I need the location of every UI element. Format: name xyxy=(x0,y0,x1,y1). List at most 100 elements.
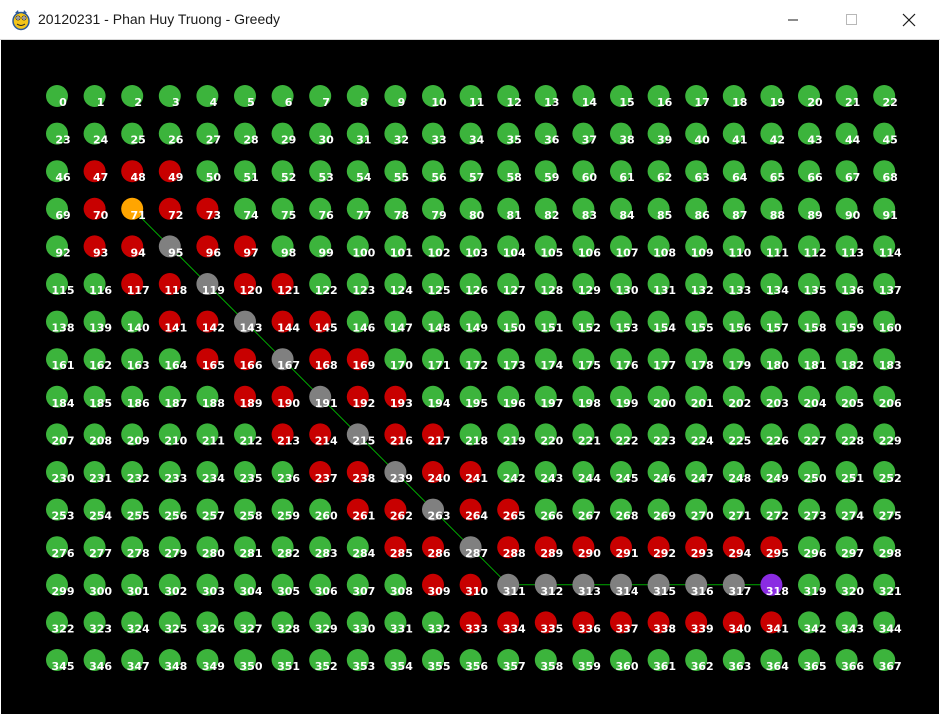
node-open[interactable]: 107 xyxy=(610,235,638,259)
node-open[interactable]: 24 xyxy=(83,122,109,147)
node-open[interactable]: 135 xyxy=(798,273,826,297)
node-open[interactable]: 122 xyxy=(309,273,338,297)
node-open[interactable]: 222 xyxy=(610,423,638,447)
node-open[interactable]: 34 xyxy=(459,122,485,147)
node-open[interactable]: 146 xyxy=(346,310,376,335)
node-wall[interactable]: 144 xyxy=(271,310,301,335)
node-open[interactable]: 130 xyxy=(610,273,639,297)
node-open[interactable]: 226 xyxy=(760,423,789,447)
node-open[interactable]: 353 xyxy=(346,649,375,673)
node-wall[interactable]: 337 xyxy=(610,611,638,635)
minimize-button[interactable] xyxy=(770,0,816,40)
node-open[interactable]: 282 xyxy=(271,536,300,560)
node-open[interactable]: 111 xyxy=(760,235,789,259)
node-open[interactable]: 123 xyxy=(346,273,375,297)
node-open[interactable]: 181 xyxy=(798,348,826,372)
node-open[interactable]: 82 xyxy=(534,197,560,222)
node-wall[interactable]: 241 xyxy=(459,461,488,485)
node-open[interactable]: 59 xyxy=(534,160,560,184)
node-open[interactable]: 194 xyxy=(422,385,451,410)
node-open[interactable]: 173 xyxy=(497,348,526,372)
node-open[interactable]: 83 xyxy=(572,197,597,222)
node-wall[interactable]: 165 xyxy=(196,348,225,372)
node-open[interactable]: 223 xyxy=(647,423,676,447)
game-canvas[interactable]: 0 1 2 3 4 5 6 7 8 9 10 11 12 13 14 15 16 17 18 19 20 21 22 23 24… xyxy=(1,40,939,714)
node-open[interactable]: 227 xyxy=(798,423,826,447)
node-path[interactable]: 263 xyxy=(422,498,450,523)
node-open[interactable]: 221 xyxy=(572,423,601,447)
node-path[interactable]: 314 xyxy=(610,573,639,598)
node-path[interactable]: 315 xyxy=(647,573,676,598)
node-goal[interactable]: 318 xyxy=(760,573,789,598)
node-open[interactable]: 281 xyxy=(234,536,262,560)
node-open[interactable]: 276 xyxy=(46,536,75,560)
node-open[interactable]: 162 xyxy=(83,348,112,372)
node-start[interactable]: 71 xyxy=(121,197,146,222)
node-open[interactable]: 9 xyxy=(384,85,407,109)
node-wall[interactable]: 334 xyxy=(497,611,526,635)
node-open[interactable]: 356 xyxy=(459,649,489,673)
node-open[interactable]: 188 xyxy=(196,385,225,410)
node-open[interactable]: 155 xyxy=(685,310,714,335)
node-open[interactable]: 102 xyxy=(422,235,450,259)
node-open[interactable]: 232 xyxy=(121,461,150,485)
node-open[interactable]: 328 xyxy=(271,611,300,635)
node-open[interactable]: 199 xyxy=(610,385,638,410)
node-open[interactable]: 8 xyxy=(346,85,369,109)
node-open[interactable]: 99 xyxy=(309,235,334,259)
node-path[interactable]: 143 xyxy=(234,310,262,335)
node-open[interactable]: 350 xyxy=(234,649,263,673)
node-open[interactable]: 205 xyxy=(835,385,864,410)
node-open[interactable]: 218 xyxy=(459,423,488,447)
node-open[interactable]: 54 xyxy=(346,160,372,184)
maximize-button[interactable] xyxy=(828,0,874,40)
node-open[interactable]: 1 xyxy=(83,85,106,109)
node-open[interactable]: 67 xyxy=(835,160,861,184)
node-open[interactable]: 151 xyxy=(534,310,563,335)
node-open[interactable]: 161 xyxy=(46,348,74,372)
node-open[interactable]: 211 xyxy=(196,423,225,447)
node-open[interactable]: 324 xyxy=(121,611,150,635)
node-open[interactable]: 79 xyxy=(422,197,447,222)
node-wall[interactable]: 213 xyxy=(271,423,300,447)
node-open[interactable]: 41 xyxy=(722,122,748,147)
node-wall[interactable]: 262 xyxy=(384,498,413,523)
node-open[interactable]: 104 xyxy=(497,235,526,259)
node-path[interactable]: 191 xyxy=(309,385,338,410)
node-open[interactable]: 272 xyxy=(760,498,789,523)
node-open[interactable]: 298 xyxy=(873,536,902,560)
node-open[interactable]: 37 xyxy=(572,122,597,147)
node-open[interactable]: 267 xyxy=(572,498,601,523)
node-open[interactable]: 220 xyxy=(534,423,564,447)
node-wall[interactable]: 97 xyxy=(234,235,259,259)
grid-board[interactable]: 0 1 2 3 4 5 6 7 8 9 10 11 12 13 14 15 16 17 18 19 20 21 2223 24… xyxy=(1,40,939,714)
node-path[interactable]: 215 xyxy=(346,423,375,447)
node-open[interactable]: 351 xyxy=(271,649,300,673)
node-open[interactable]: 65 xyxy=(760,160,785,184)
node-open[interactable]: 19 xyxy=(760,85,785,109)
node-open[interactable]: 11 xyxy=(459,85,485,109)
node-wall[interactable]: 291 xyxy=(610,536,638,560)
node-wall[interactable]: 286 xyxy=(422,536,451,560)
node-open[interactable]: 342 xyxy=(798,611,826,635)
node-open[interactable]: 231 xyxy=(83,461,112,485)
node-open[interactable]: 51 xyxy=(234,160,259,184)
node-path[interactable]: 316 xyxy=(685,573,714,598)
node-open[interactable]: 28 xyxy=(234,122,259,147)
node-open[interactable]: 147 xyxy=(384,310,413,335)
node-wall[interactable]: 93 xyxy=(83,235,109,259)
node-open[interactable]: 255 xyxy=(121,498,150,523)
node-open[interactable]: 361 xyxy=(647,649,676,673)
node-open[interactable]: 136 xyxy=(835,273,865,297)
node-open[interactable]: 55 xyxy=(384,160,409,184)
node-open[interactable]: 163 xyxy=(121,348,150,372)
node-open[interactable]: 365 xyxy=(798,649,826,673)
node-open[interactable]: 244 xyxy=(572,461,601,485)
node-open[interactable]: 363 xyxy=(722,649,751,673)
node-open[interactable]: 352 xyxy=(309,649,338,673)
node-open[interactable]: 280 xyxy=(196,536,225,560)
node-open[interactable]: 195 xyxy=(459,385,488,410)
node-open[interactable]: 196 xyxy=(497,385,526,410)
node-open[interactable]: 90 xyxy=(835,197,861,222)
node-path[interactable]: 95 xyxy=(158,235,184,259)
